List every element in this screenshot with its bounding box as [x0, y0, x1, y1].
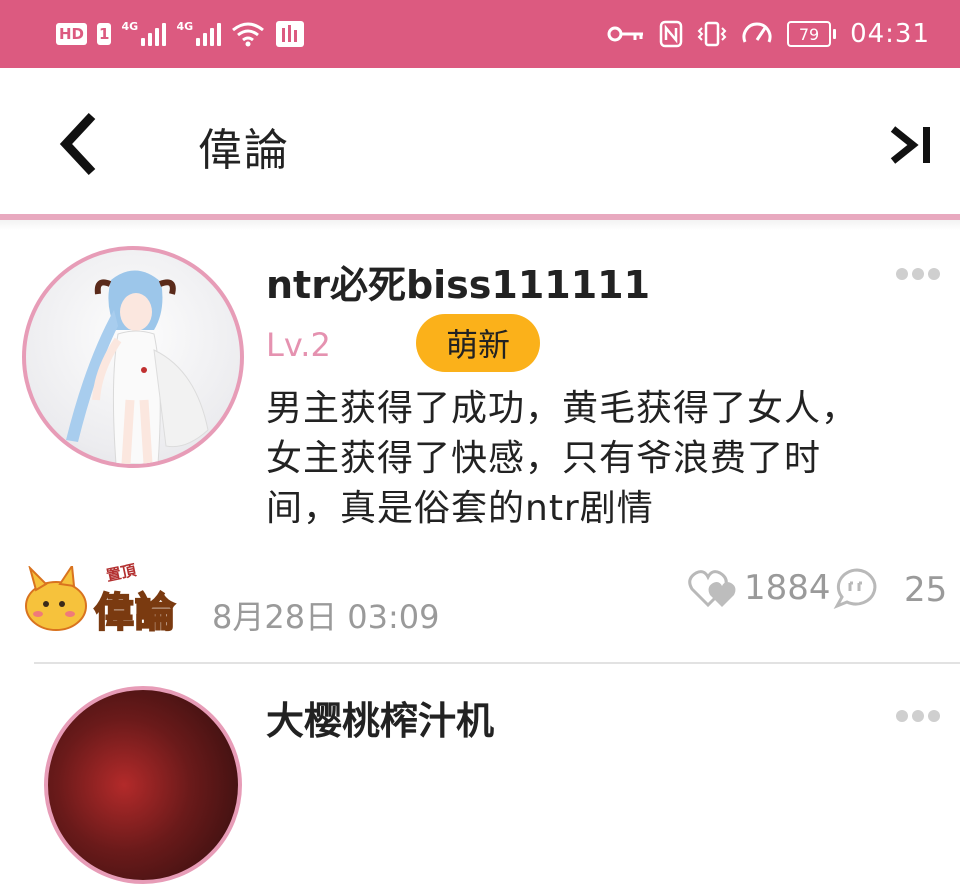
avatar[interactable]	[44, 686, 242, 884]
signal-icon: 4G	[176, 20, 222, 46]
comment-username[interactable]: 大樱桃榨汁机	[266, 690, 494, 745]
data-transfer-icon	[276, 21, 305, 47]
comment-date: 8月28日 03:09	[212, 598, 440, 636]
back-button[interactable]	[50, 108, 106, 180]
status-bar: HD 1 4G 4G 79 04:31	[0, 0, 960, 68]
avatar-image	[66, 270, 209, 464]
pinned-tag-large: 偉論	[93, 589, 176, 637]
hd-indicator: HD	[56, 23, 88, 45]
comment-text-line: 男主获得了成功，黄毛获得了女人，	[266, 388, 859, 429]
pinned-badge: 置頂 偉論	[22, 561, 194, 637]
comment-divider	[34, 662, 960, 664]
vibrate-icon	[697, 21, 727, 47]
comment-text-line: 间，真是俗套的ntr剧情	[266, 488, 654, 529]
more-dots-icon[interactable]	[896, 268, 940, 280]
more-dots-icon[interactable]	[896, 710, 940, 722]
comment-username[interactable]: ntr必死biss111111	[266, 254, 650, 309]
status-time: 04:31	[850, 19, 930, 49]
like-count: 1884	[744, 568, 831, 608]
nfc-icon	[659, 20, 683, 48]
battery-level: 79	[787, 21, 832, 47]
user-level: Lv.2	[266, 326, 331, 364]
comment-text-line: 女主获得了快感，只有爷浪费了时	[266, 438, 822, 479]
heart-icon	[688, 570, 736, 608]
comment-text: 男主获得了成功，黄毛获得了女人， 女主获得了快感，只有爷浪费了时 间，真是俗套的…	[266, 384, 946, 534]
page-title: 偉論	[198, 125, 290, 176]
speed-icon	[742, 22, 772, 43]
skip-to-end-icon	[890, 126, 930, 164]
back-arrow-icon	[59, 112, 96, 176]
reply-bubble-icon[interactable]	[833, 566, 881, 610]
like-button[interactable]: 1884	[688, 566, 881, 610]
skip-to-end-button[interactable]	[884, 118, 938, 172]
wifi-icon	[232, 22, 265, 47]
battery-icon: 79	[787, 21, 837, 47]
reply-count: 25	[904, 570, 948, 610]
network-type-label: 4G	[121, 20, 139, 33]
key-icon	[607, 26, 644, 42]
signal-icon: 4G	[121, 20, 167, 46]
user-badge: 萌新	[416, 314, 540, 372]
avatar[interactable]	[22, 246, 244, 468]
app-bar: 偉論	[0, 68, 960, 216]
network-type-label: 4G	[176, 20, 194, 33]
sim-indicator: 1	[97, 23, 112, 45]
